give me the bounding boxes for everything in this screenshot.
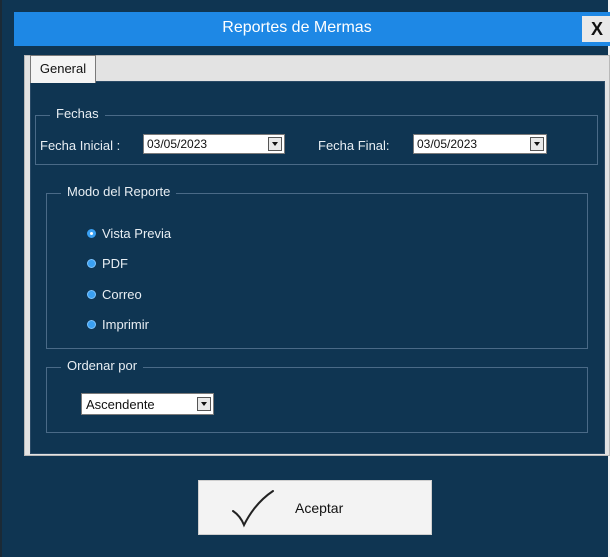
radio-label: PDF bbox=[102, 256, 128, 271]
fecha-final-picker[interactable]: 03/05/2023 bbox=[413, 134, 547, 154]
fecha-inicial-picker[interactable]: 03/05/2023 bbox=[143, 134, 285, 154]
aceptar-label: Aceptar bbox=[295, 500, 344, 516]
radio-icon bbox=[87, 320, 96, 329]
modo-reporte-legend: Modo del Reporte bbox=[61, 184, 177, 199]
radio-label: Correo bbox=[102, 287, 142, 302]
radio-icon bbox=[87, 259, 96, 268]
fecha-inicial-label: Fecha Inicial : bbox=[40, 138, 121, 153]
ordenar-select[interactable]: Ascendente bbox=[81, 393, 214, 415]
radio-correo[interactable]: Correo bbox=[87, 287, 142, 302]
radio-label: Imprimir bbox=[102, 317, 149, 332]
fechas-group: Fechas Fecha Inicial : 03/05/2023 Fecha … bbox=[35, 106, 598, 165]
report-dialog: Reportes de Mermas X General Fechas Fech… bbox=[0, 0, 610, 557]
ordenar-value: Ascendente bbox=[86, 397, 155, 412]
title-bar: Reportes de Mermas X bbox=[14, 12, 610, 46]
close-button[interactable]: X bbox=[582, 16, 610, 42]
radio-vista-previa[interactable]: Vista Previa bbox=[87, 226, 171, 241]
window-title: Reportes de Mermas bbox=[222, 19, 372, 36]
checkmark-icon bbox=[229, 487, 275, 534]
fechas-legend: Fechas bbox=[50, 106, 105, 121]
fecha-inicial-value: 03/05/2023 bbox=[147, 137, 208, 151]
modo-reporte-group: Modo del Reporte Vista Previa PDF Correo… bbox=[46, 184, 588, 349]
radio-imprimir[interactable]: Imprimir bbox=[87, 317, 149, 332]
tab-general[interactable]: General bbox=[30, 55, 96, 83]
radio-pdf[interactable]: PDF bbox=[87, 256, 128, 271]
fecha-final-label: Fecha Final: bbox=[318, 138, 390, 153]
general-panel: Fechas Fecha Inicial : 03/05/2023 Fecha … bbox=[30, 81, 605, 454]
chevron-down-icon[interactable] bbox=[530, 137, 544, 151]
chevron-down-icon[interactable] bbox=[197, 397, 211, 411]
chevron-down-icon[interactable] bbox=[268, 137, 282, 151]
fecha-final-value: 03/05/2023 bbox=[417, 137, 478, 151]
ordenar-legend: Ordenar por bbox=[61, 358, 144, 373]
radio-label: Vista Previa bbox=[102, 226, 172, 241]
aceptar-button[interactable]: Aceptar bbox=[198, 480, 432, 535]
radio-icon bbox=[87, 290, 96, 299]
radio-selected-icon bbox=[87, 229, 96, 238]
